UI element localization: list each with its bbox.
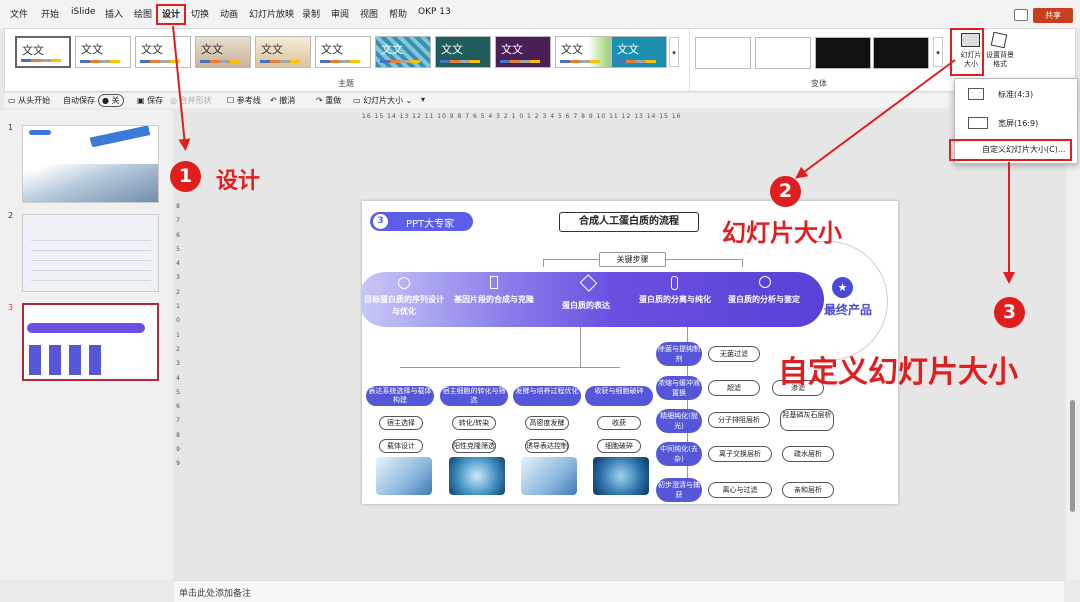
step-2-badge: 2 <box>770 176 801 207</box>
step-2-label: 幻灯片大小 <box>722 219 842 247</box>
step-3-label: 自定义幻灯片大小 <box>778 355 1018 390</box>
arrow-2 <box>795 59 956 179</box>
step-1-label: 设计 <box>216 169 261 194</box>
arrow-1 <box>172 25 191 151</box>
step-3-badge: 3 <box>994 297 1025 328</box>
step-1-badge: 1 <box>170 161 201 192</box>
annotation-arrows <box>172 25 1015 284</box>
